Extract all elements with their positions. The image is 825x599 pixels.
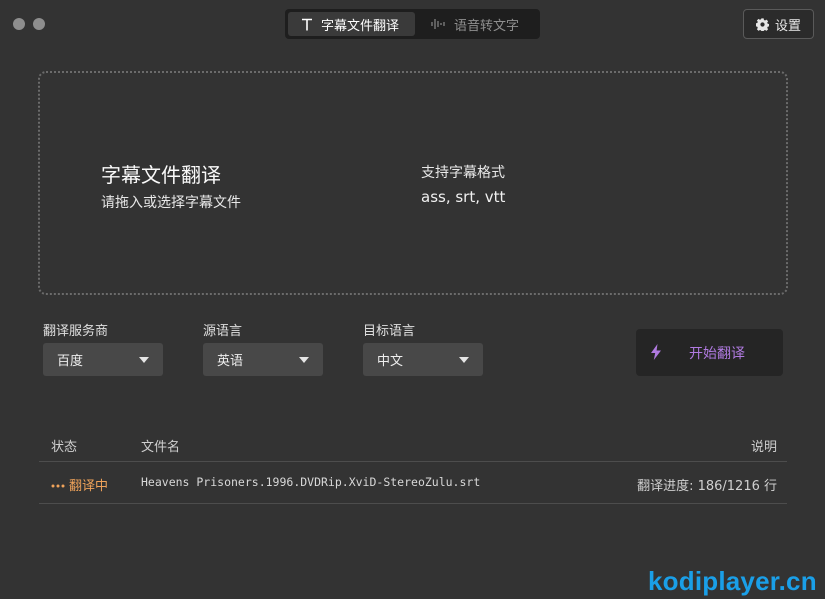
source-language-label: 源语言	[203, 324, 243, 339]
chevron-down-icon	[459, 357, 469, 363]
column-header-note: 说明	[750, 440, 777, 455]
file-table: 状态 文件名 说明 翻译中 Heavens Prisoners.1996.DVD…	[39, 425, 787, 504]
table-row[interactable]: 翻译中 Heavens Prisoners.1996.DVDRip.XviD-S…	[39, 462, 787, 504]
window-close-dot[interactable]	[13, 18, 25, 30]
title-bar: 字幕文件翻译 语音转文字 设置	[0, 0, 825, 48]
window-minimize-dot[interactable]	[33, 18, 45, 30]
column-header-filename: 文件名	[141, 440, 181, 455]
ellipsis-icon	[51, 477, 65, 492]
chevron-down-icon	[139, 357, 149, 363]
table-header: 状态 文件名 说明	[39, 425, 787, 462]
text-t-icon	[300, 18, 314, 31]
start-translate-label: 开始翻译	[689, 346, 745, 362]
watermark: kodiplayer.cn	[648, 566, 817, 596]
service-value: 百度	[57, 354, 84, 369]
column-header-status: 状态	[51, 440, 78, 455]
lightning-icon	[650, 344, 662, 360]
target-language-select[interactable]: 中文	[363, 343, 483, 376]
progress-note: 翻译进度: 186/1216 行	[637, 479, 777, 494]
service-label: 翻译服务商	[43, 324, 109, 339]
settings-label: 设置	[774, 18, 801, 34]
drop-zone-hint: 请拖入或选择字幕文件	[101, 195, 241, 211]
formats-list: ass, srt, vtt	[421, 188, 506, 206]
tab-speech-to-text[interactable]: 语音转文字	[425, 12, 537, 36]
formats-title: 支持字幕格式	[421, 165, 505, 181]
status-text: 翻译中	[69, 479, 109, 494]
gear-icon	[755, 17, 769, 31]
service-select[interactable]: 百度	[43, 343, 163, 376]
target-language-value: 中文	[377, 354, 404, 369]
source-language-select[interactable]: 英语	[203, 343, 323, 376]
file-name: Heavens Prisoners.1996.DVDRip.XviD-Stere…	[141, 475, 481, 489]
tab-subtitle-translate[interactable]: 字幕文件翻译	[288, 12, 415, 36]
target-language-label: 目标语言	[363, 324, 416, 339]
tab-label: 语音转文字	[454, 18, 520, 34]
start-translate-button[interactable]: 开始翻译	[636, 329, 783, 376]
waveform-icon	[431, 18, 447, 30]
chevron-down-icon	[299, 357, 309, 363]
settings-button[interactable]: 设置	[743, 9, 814, 39]
drop-zone-title: 字幕文件翻译	[101, 163, 221, 187]
file-drop-zone[interactable]: 字幕文件翻译 请拖入或选择字幕文件 支持字幕格式 ass, srt, vtt	[38, 71, 788, 295]
mode-switcher: 字幕文件翻译 语音转文字	[285, 9, 540, 39]
status-cell: 翻译中	[51, 475, 108, 494]
source-language-value: 英语	[217, 354, 244, 369]
tab-label: 字幕文件翻译	[321, 18, 400, 34]
